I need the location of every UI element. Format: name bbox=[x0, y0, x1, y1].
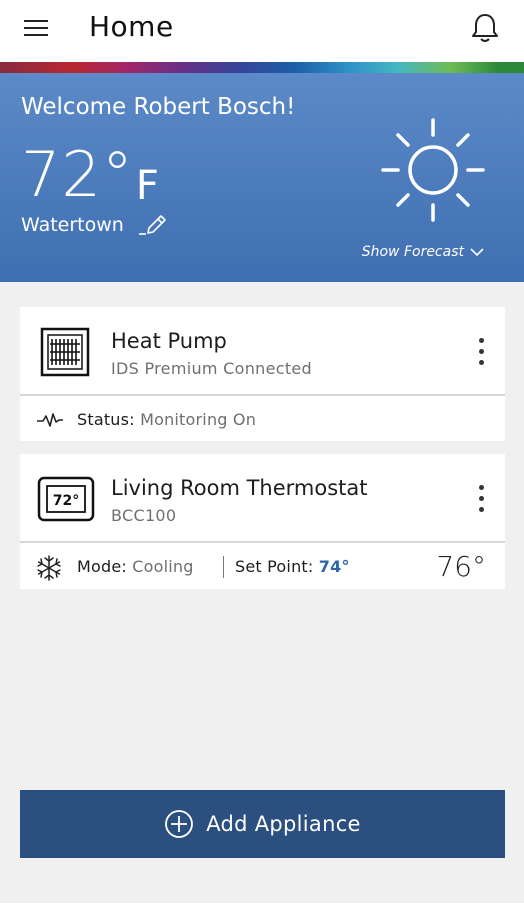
thermostat-status-row: Mode: Cooling Set Point: 74° 76° bbox=[20, 545, 505, 588]
temperature-unit: F bbox=[135, 163, 159, 209]
current-indoor-temperature: 76° bbox=[436, 550, 486, 583]
weather-panel: Welcome Robert Bosch! 72° F Watertown Sh… bbox=[0, 73, 524, 282]
mode-value: Cooling bbox=[132, 557, 194, 576]
status-text: Status: Monitoring On bbox=[77, 410, 256, 429]
status-value: Monitoring On bbox=[140, 410, 257, 429]
thermostat-icon-reading: 72° bbox=[53, 493, 79, 509]
setpoint-text[interactable]: Set Point: 74° bbox=[235, 557, 350, 576]
vertical-divider bbox=[223, 556, 224, 578]
device-name: Living Room Thermostat bbox=[111, 476, 368, 500]
setpoint-value: 74° bbox=[318, 557, 350, 576]
bell-icon[interactable] bbox=[470, 12, 500, 44]
add-appliance-button[interactable]: Add Appliance bbox=[20, 790, 505, 858]
temperature-value: 72° bbox=[21, 138, 134, 211]
thermostat-icon: 72° bbox=[37, 476, 95, 522]
mode-text: Mode: Cooling bbox=[77, 557, 194, 576]
bottom-safe-area bbox=[0, 903, 524, 916]
device-card-heat-pump[interactable]: Heat Pump IDS Premium Connected Status: … bbox=[20, 307, 505, 441]
more-options-kebab-icon[interactable] bbox=[471, 482, 491, 516]
device-card-header[interactable]: 72° Living Room Thermostat BCC100 bbox=[20, 454, 505, 543]
add-appliance-label: Add Appliance bbox=[206, 812, 361, 836]
page-title: Home bbox=[89, 10, 174, 43]
sun-icon bbox=[378, 117, 488, 227]
device-card-thermostat[interactable]: 72° Living Room Thermostat BCC100 Mode: … bbox=[20, 454, 505, 589]
device-model: BCC100 bbox=[111, 506, 177, 525]
status-label: Status: bbox=[77, 410, 135, 429]
heat-pump-icon bbox=[40, 327, 90, 377]
hamburger-menu-icon[interactable] bbox=[24, 17, 52, 39]
activity-pulse-icon bbox=[37, 413, 63, 427]
welcome-greeting: Welcome Robert Bosch! bbox=[21, 94, 296, 120]
app-bar: Home bbox=[0, 0, 524, 62]
location-row: Watertown bbox=[21, 213, 168, 237]
edit-location-pencil-icon[interactable] bbox=[138, 213, 168, 237]
device-name: Heat Pump bbox=[111, 329, 227, 353]
more-options-kebab-icon[interactable] bbox=[471, 335, 491, 369]
snowflake-icon bbox=[37, 555, 61, 581]
show-forecast-label: Show Forecast bbox=[361, 244, 464, 260]
setpoint-label: Set Point: bbox=[235, 557, 314, 576]
show-forecast-button[interactable]: Show Forecast bbox=[362, 244, 484, 260]
mode-label: Mode: bbox=[77, 557, 127, 576]
location-name: Watertown bbox=[21, 214, 124, 236]
plus-circle-icon bbox=[165, 810, 194, 838]
device-status-row: Status: Monitoring On bbox=[20, 398, 505, 441]
brand-supergraphic-strip bbox=[0, 62, 524, 73]
chevron-down-icon bbox=[470, 247, 484, 256]
device-card-header[interactable]: Heat Pump IDS Premium Connected bbox=[20, 307, 505, 396]
device-model: IDS Premium Connected bbox=[111, 359, 313, 378]
outdoor-temperature: 72° F bbox=[21, 139, 159, 211]
